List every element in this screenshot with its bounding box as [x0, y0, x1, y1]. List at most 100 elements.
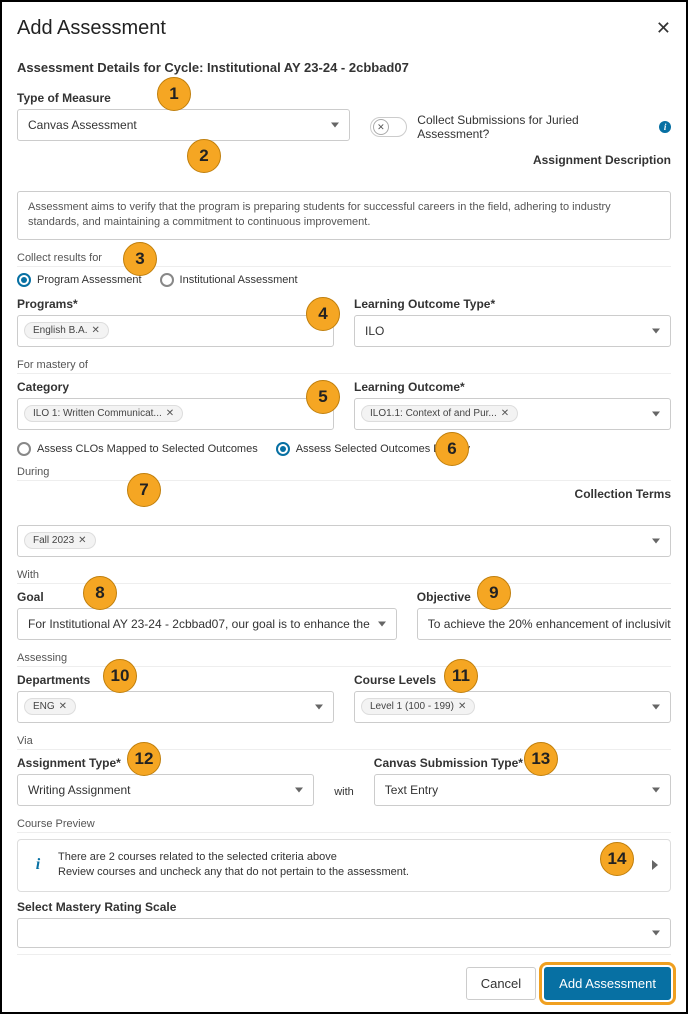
departments-label: Departments [17, 673, 334, 687]
departments-chip: ENG ✕ [24, 698, 76, 715]
assignment-type-value: Writing Assignment [28, 783, 131, 797]
callout-13: 13 [524, 742, 558, 776]
chip-text: Level 1 (100 - 199) [370, 701, 454, 712]
learning-outcome-select[interactable]: ILO1.1: Context of and Pur... ✕ [354, 398, 671, 430]
learning-outcome-type-value: ILO [365, 324, 384, 338]
modal-body: Assessment Details for Cycle: Institutio… [17, 52, 671, 954]
learning-outcome-label: Learning Outcome* [354, 380, 671, 394]
radio-program-assessment[interactable]: Program Assessment [17, 273, 142, 287]
course-preview-line2: Review courses and uncheck any that do n… [58, 865, 409, 880]
callout-6: 6 [435, 432, 469, 466]
chip-remove-icon[interactable]: ✕ [78, 535, 86, 546]
assignment-description-label: Assignment Description [533, 153, 671, 167]
callout-11: 11 [444, 659, 478, 693]
mastery-scale-select[interactable] [17, 918, 671, 948]
for-mastery-of-label: For mastery of [17, 359, 671, 374]
assignment-description-value: Assessment aims to verify that the progr… [28, 201, 611, 228]
radio-assess-mapped[interactable]: Assess CLOs Mapped to Selected Outcomes [17, 442, 258, 456]
during-label: During [17, 466, 671, 481]
programs-chip: English B.A. ✕ [24, 322, 109, 339]
radio-institutional-label: Institutional Assessment [180, 274, 298, 286]
callout-8: 8 [83, 576, 117, 610]
callout-1: 1 [157, 77, 191, 111]
collection-terms-chip: Fall 2023 ✕ [24, 532, 96, 549]
course-preview-text: There are 2 courses related to the selec… [58, 850, 409, 881]
assignment-description-input[interactable]: Assessment aims to verify that the progr… [17, 191, 671, 240]
assignment-type-label: Assignment Type* [17, 756, 314, 770]
canvas-submission-type-select[interactable]: Text Entry [374, 774, 671, 806]
radio-institutional-assessment[interactable]: Institutional Assessment [160, 273, 298, 287]
course-levels-select[interactable]: Level 1 (100 - 199) ✕ [354, 691, 671, 723]
type-of-measure-select[interactable]: Canvas Assessment [17, 109, 350, 141]
category-label: Category [17, 380, 334, 394]
radio-checked-icon [17, 273, 31, 287]
modal-footer: Cancel Add Assessment [17, 954, 671, 1012]
assignment-type-select[interactable]: Writing Assignment [17, 774, 314, 806]
chip-text: Fall 2023 [33, 535, 74, 546]
collection-terms-select[interactable]: Fall 2023 ✕ [17, 525, 671, 557]
info-icon[interactable]: i [659, 121, 671, 133]
category-select[interactable]: ILO 1: Written Communicat... ✕ [17, 398, 334, 430]
chip-remove-icon[interactable]: ✕ [91, 325, 99, 336]
chip-remove-icon[interactable]: ✕ [59, 701, 67, 712]
chip-text: English B.A. [33, 325, 87, 336]
departments-select[interactable]: ENG ✕ [17, 691, 334, 723]
course-levels-label: Course Levels [354, 673, 671, 687]
via-label: Via [17, 735, 671, 750]
callout-3: 3 [123, 242, 157, 276]
modal-title: Add Assessment [17, 17, 166, 40]
course-preview-label: Course Preview [17, 818, 671, 833]
callout-2: 2 [187, 139, 221, 173]
course-levels-chip: Level 1 (100 - 199) ✕ [361, 698, 475, 715]
cancel-button[interactable]: Cancel [466, 967, 536, 1000]
course-preview-line1: There are 2 courses related to the selec… [58, 850, 409, 865]
radio-unchecked-icon [17, 442, 31, 456]
callout-5: 5 [306, 380, 340, 414]
callout-9: 9 [477, 576, 511, 610]
chip-remove-icon[interactable]: ✕ [166, 408, 174, 419]
chip-text: ILO1.1: Context of and Pur... [370, 408, 497, 419]
learning-outcome-chip: ILO1.1: Context of and Pur... ✕ [361, 405, 518, 422]
mastery-scale-label: Select Mastery Rating Scale [17, 900, 671, 914]
chip-text: ENG [33, 701, 55, 712]
objective-select[interactable]: To achieve the 20% enhancement of inclus… [417, 608, 671, 640]
juried-label: Collect Submissions for Juried Assessmen… [417, 113, 649, 141]
learning-outcome-type-select[interactable]: ILO [354, 315, 671, 347]
course-preview-panel[interactable]: i There are 2 courses related to the sel… [17, 839, 671, 892]
chip-remove-icon[interactable]: ✕ [458, 701, 466, 712]
radio-mapped-label: Assess CLOs Mapped to Selected Outcomes [37, 443, 258, 455]
cycle-heading: Assessment Details for Cycle: Institutio… [17, 60, 671, 75]
goal-value: For Institutional AY 23-24 - 2cbbad07, o… [28, 617, 370, 631]
radio-unchecked-icon [160, 273, 174, 287]
canvas-submission-type-label: Canvas Submission Type* [374, 756, 671, 770]
info-icon: i [30, 856, 46, 874]
type-of-measure-value: Canvas Assessment [28, 118, 137, 132]
category-chip: ILO 1: Written Communicat... ✕ [24, 405, 183, 422]
close-button[interactable]: ✕ [656, 18, 671, 39]
learning-outcome-type-label: Learning Outcome Type* [354, 297, 671, 311]
modal-header: Add Assessment ✕ [17, 17, 671, 52]
callout-12: 12 [127, 742, 161, 776]
callout-14: 14 [600, 842, 634, 876]
chip-text: ILO 1: Written Communicat... [33, 408, 162, 419]
goal-label: Goal [17, 590, 397, 604]
collect-results-for-label: Collect results for [17, 252, 671, 267]
juried-toggle[interactable]: ✕ [370, 117, 407, 137]
radio-program-label: Program Assessment [37, 274, 142, 286]
chip-remove-icon[interactable]: ✕ [501, 408, 509, 419]
with-label: With [17, 569, 671, 584]
add-assessment-button[interactable]: Add Assessment [544, 967, 671, 1000]
canvas-submission-type-value: Text Entry [385, 783, 438, 797]
radio-checked-icon [276, 442, 290, 456]
objective-value: To achieve the 20% enhancement of inclus… [428, 617, 671, 631]
programs-label: Programs* [17, 297, 334, 311]
callout-7: 7 [127, 473, 161, 507]
callout-10: 10 [103, 659, 137, 693]
toggle-knob: ✕ [373, 119, 389, 135]
collection-terms-label: Collection Terms [575, 487, 671, 501]
with-text: with [334, 786, 354, 806]
chevron-right-icon [652, 860, 658, 870]
programs-select[interactable]: English B.A. ✕ [17, 315, 334, 347]
objective-label: Objective [417, 590, 671, 604]
goal-select[interactable]: For Institutional AY 23-24 - 2cbbad07, o… [17, 608, 397, 640]
